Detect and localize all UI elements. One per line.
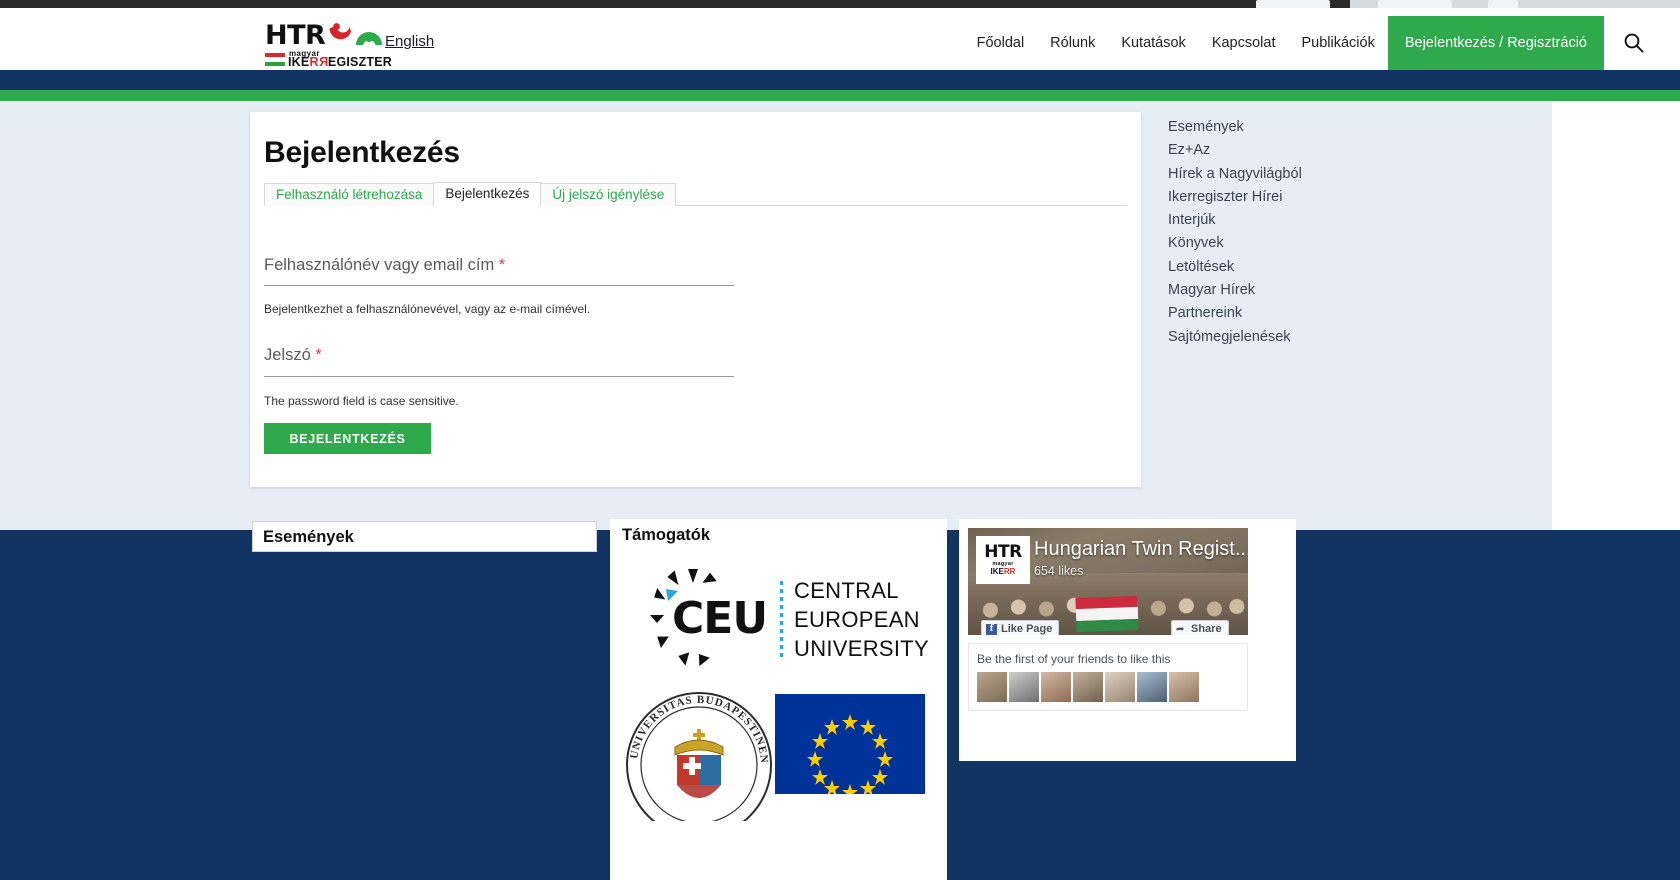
european-union-flag bbox=[775, 694, 925, 800]
nav-item-fooldal[interactable]: Főoldal bbox=[964, 16, 1038, 70]
avatar[interactable] bbox=[1041, 672, 1071, 702]
ceu-line-1: CENTRAL bbox=[794, 578, 899, 603]
sidebar-item-magyar-hirek[interactable]: Magyar Hírek bbox=[1168, 279, 1408, 302]
sidebar-item-ez-az[interactable]: Ez+Az bbox=[1168, 139, 1408, 162]
username-input-underline[interactable] bbox=[264, 285, 734, 286]
facebook-share-button[interactable]: ➦ Share bbox=[1171, 620, 1229, 635]
facebook-cover-photo: HTR magyar IKERR Hungarian Twin Regist..… bbox=[968, 528, 1248, 635]
username-label-text: Felhasználónév vagy email cím bbox=[264, 256, 495, 274]
semmelweis-university-seal[interactable]: UNIVERSITAS BUDAPESTINENSIS DE SEMMELWEI… bbox=[617, 680, 775, 838]
fb-logo-ikerr: IKERR bbox=[990, 567, 1016, 576]
ceu-line-3: UNIVERSITY bbox=[794, 636, 930, 661]
sidebar-item-konyvek[interactable]: Könyvek bbox=[1168, 232, 1408, 255]
ceu-line-2: EUROPEAN bbox=[794, 607, 920, 632]
site-logo[interactable]: HTR magyar IKERREGISZTER bbox=[265, 22, 395, 69]
avatar[interactable] bbox=[1009, 672, 1039, 702]
footer-supporters-title: Támogatók bbox=[622, 526, 711, 544]
browser-tab-chip[interactable] bbox=[1378, 0, 1452, 8]
nav-item-publikaciok[interactable]: Publikációk bbox=[1289, 16, 1388, 70]
hungarian-flag-icon bbox=[265, 53, 285, 66]
sidebar-item-esemenyek[interactable]: Események bbox=[1168, 116, 1408, 139]
hungarian-flag-in-photo bbox=[1075, 595, 1139, 633]
sidebar-item-hirek-a-nagyvilagbol[interactable]: Hírek a Nagyvilágból bbox=[1168, 163, 1408, 186]
avatar[interactable] bbox=[977, 672, 1007, 702]
password-required-marker: * bbox=[315, 346, 322, 364]
logo-register-text: IKERREGISZTER bbox=[288, 55, 393, 69]
main-navigation: Főoldal Rólunk Kutatások Kapcsolat Publi… bbox=[964, 16, 1604, 70]
avatar[interactable] bbox=[1137, 672, 1167, 702]
login-card: Bejelentkezés Felhasználó létrehozása Be… bbox=[250, 112, 1141, 487]
ceu-logo[interactable]: CEU CENTRAL EUROPEAN UNIVERSITY bbox=[628, 559, 933, 677]
facebook-page-widget: HTR magyar IKERR Hungarian Twin Regist..… bbox=[959, 519, 1296, 761]
site-header: HTR magyar IKERREGISZTER English Főoldal… bbox=[0, 8, 1680, 70]
login-submit-button[interactable]: BEJELENTKEZÉS bbox=[264, 423, 431, 454]
footer-supporters-block: Támogatók CEU CENTRAL EUROPEAN UNIVERSIT… bbox=[610, 519, 947, 880]
facebook-like-button-label: Like Page bbox=[1001, 623, 1053, 635]
share-arrow-icon: ➦ bbox=[1176, 623, 1185, 635]
avatar[interactable] bbox=[1169, 672, 1199, 702]
navy-band bbox=[0, 70, 1680, 90]
facebook-like-page-button[interactable]: f Like Page bbox=[981, 620, 1060, 635]
username-required-marker: * bbox=[498, 256, 506, 274]
password-label-text: Jelszó bbox=[264, 346, 311, 364]
browser-tab-chip[interactable] bbox=[1488, 0, 1518, 8]
facebook-friend-avatars bbox=[977, 672, 1199, 702]
page-root: HTR magyar IKERREGISZTER English Főoldal… bbox=[0, 0, 1680, 880]
fb-logo-htr: HTR bbox=[984, 542, 1022, 562]
ceu-divider bbox=[780, 581, 783, 659]
tab-create-user[interactable]: Felhasználó létrehozása bbox=[264, 183, 435, 206]
nav-item-rolunk[interactable]: Rólunk bbox=[1037, 16, 1108, 70]
password-label: Jelszó * bbox=[264, 346, 322, 365]
ceu-fullname: CENTRAL EUROPEAN UNIVERSITY bbox=[794, 576, 929, 663]
login-tabs: Felhasználó létrehozása Bejelentkezés Új… bbox=[264, 182, 1127, 206]
facebook-f-icon: f bbox=[986, 623, 997, 635]
footer-events-title: Események bbox=[263, 528, 354, 546]
sidebar-item-ikerregiszter-hirei[interactable]: Ikerregiszter Hírei bbox=[1168, 186, 1408, 209]
browser-tab-chip[interactable] bbox=[1256, 0, 1330, 8]
ceu-abbr-text: CEU bbox=[672, 593, 768, 644]
tab-login[interactable]: Bejelentkezés bbox=[433, 182, 542, 206]
sidebar-item-partnereink[interactable]: Partnereink bbox=[1168, 302, 1408, 325]
username-label: Felhasználónév vagy email cím * bbox=[264, 256, 505, 275]
facebook-like-count: 654 likes bbox=[1034, 564, 1084, 578]
twin-logo-icon bbox=[328, 23, 384, 48]
page-title: Bejelentkezés bbox=[264, 136, 460, 169]
nav-item-login-register[interactable]: Bejelentkezés / Regisztráció bbox=[1387, 16, 1604, 70]
facebook-page-avatar[interactable]: HTR magyar IKERR bbox=[976, 536, 1030, 584]
sidebar-item-interjuk[interactable]: Interjúk bbox=[1168, 209, 1408, 232]
facebook-share-button-label: Share bbox=[1191, 623, 1222, 635]
language-switcher-english[interactable]: English bbox=[385, 33, 434, 50]
password-help-text: The password field is case sensitive. bbox=[264, 394, 459, 408]
nav-item-kapcsolat[interactable]: Kapcsolat bbox=[1199, 16, 1289, 70]
tab-request-new-password[interactable]: Új jelszó igénylése bbox=[540, 183, 677, 206]
sidebar-item-letoltesek[interactable]: Letöltések bbox=[1168, 256, 1408, 279]
facebook-friends-box: Be the first of your friends to like thi… bbox=[968, 643, 1248, 711]
password-input-underline[interactable] bbox=[264, 376, 734, 377]
category-sidebar: Események Ez+Az Hírek a Nagyvilágból Ike… bbox=[1168, 116, 1408, 349]
content-right-filler bbox=[1552, 101, 1680, 530]
sidebar-item-sajtomegjelenesek[interactable]: Sajtómegjelenések bbox=[1168, 326, 1408, 349]
search-icon[interactable] bbox=[1622, 31, 1646, 55]
nav-item-kutatasok[interactable]: Kutatások bbox=[1108, 16, 1199, 70]
footer-events-block: Események bbox=[252, 521, 597, 552]
facebook-page-name[interactable]: Hungarian Twin Regist... bbox=[1034, 538, 1248, 561]
facebook-friends-text: Be the first of your friends to like thi… bbox=[977, 652, 1171, 666]
logo-subtitle: magyar IKERREGISZTER bbox=[265, 49, 393, 69]
green-band bbox=[0, 90, 1680, 101]
username-help-text: Bejelentkezhet a felhasználónevével, vag… bbox=[264, 302, 591, 316]
avatar[interactable] bbox=[1073, 672, 1103, 702]
avatar[interactable] bbox=[1105, 672, 1135, 702]
